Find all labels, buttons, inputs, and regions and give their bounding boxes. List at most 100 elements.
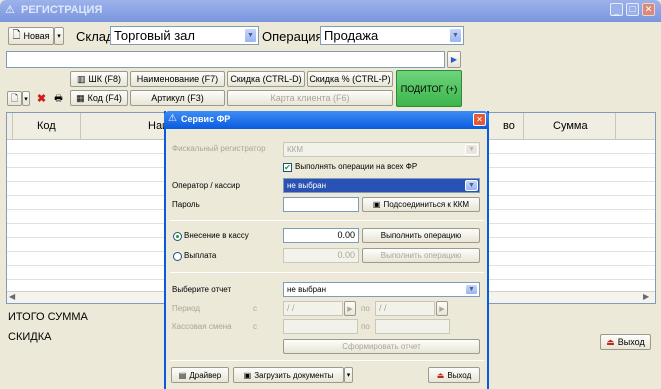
fr-service-dialog: ⚠ Сервис ФР ✕ Фискальный регистратор ККМ… (164, 111, 489, 389)
warehouse-select[interactable]: Торговый зал ▼ (110, 26, 259, 45)
dialog-exit-button[interactable]: ⏏ Выход (428, 367, 480, 383)
cash-in-radio[interactable] (173, 232, 182, 241)
delete-item-button[interactable]: ✖ (34, 91, 49, 106)
password-field[interactable] (283, 197, 359, 212)
cash-register-button[interactable]: 🖶 (51, 91, 66, 106)
all-fr-checkbox[interactable]: ✔ (283, 163, 292, 172)
column-header-sum[interactable]: Сумма (553, 120, 588, 132)
minimize-button[interactable]: _ (610, 3, 623, 16)
dialog-app-icon: ⚠ (168, 113, 177, 124)
cash-in-label: Внесение в кассу (184, 231, 249, 240)
operator-label: Оператор / кассир (172, 181, 240, 190)
play-icon: ▶ (439, 305, 445, 313)
cash-in-amount-field[interactable]: 0.00 (283, 228, 359, 243)
operation-select[interactable]: Продажа ▼ (320, 26, 464, 45)
window-title: РЕГИСТРАЦИЯ (21, 4, 103, 16)
new-document-icon: 🗋 (10, 92, 19, 103)
operator-select[interactable]: не выбран ▼ (283, 178, 480, 193)
payout-radio[interactable] (173, 252, 182, 261)
main-titlebar[interactable]: ⚠ РЕГИСТРАЦИЯ _ □ ✕ (0, 0, 661, 22)
new-button[interactable]: 🗋 Новая (8, 27, 54, 45)
column-header-code[interactable]: Код (37, 120, 56, 132)
period-to-picker[interactable]: ▶ (436, 301, 448, 316)
search-go-button[interactable]: ▶ (447, 51, 461, 68)
maximize-button[interactable]: □ (626, 3, 639, 16)
chevron-down-icon: ▼ (449, 28, 462, 43)
report-select[interactable]: не выбран ▼ (283, 282, 480, 297)
report-label: Выберите отчет (172, 285, 232, 294)
shift-from-field[interactable] (283, 319, 358, 334)
fiscal-register-select[interactable]: ККМ ▼ (283, 142, 480, 157)
dialog-close-button[interactable]: ✕ (473, 113, 486, 126)
column-divider (523, 113, 524, 140)
period-from-date[interactable]: / / (283, 301, 343, 316)
delete-icon: ✖ (36, 93, 47, 105)
dialog-titlebar[interactable]: ⚠ Сервис ФР ✕ (164, 111, 489, 129)
connect-kkm-button[interactable]: ▣ Подсоединиться к ККМ (362, 197, 480, 212)
shift-label: Кассовая смена (172, 322, 232, 331)
period-to-date[interactable]: / / (375, 301, 435, 316)
operation-label: Операция (262, 29, 323, 44)
chevron-down-icon: ▼ (465, 144, 478, 155)
main-exit-button[interactable]: ⏏ Выход (600, 334, 651, 350)
chevron-down-icon: ▾ (24, 95, 28, 103)
column-divider (80, 113, 81, 140)
barcode-icon: ▥ (76, 73, 86, 84)
barcode-button[interactable]: ▥ ШК (F8) (70, 71, 128, 87)
play-icon: ▶ (450, 55, 458, 64)
payout-amount-field[interactable]: 0.00 (283, 248, 359, 263)
discount-total-label: СКИДКА (8, 331, 52, 343)
cash-in-execute-button[interactable]: Выполнить операцию (362, 228, 480, 243)
play-icon: ▶ (347, 305, 353, 313)
exit-icon: ⏏ (606, 336, 615, 347)
payout-execute-button[interactable]: Выполнить операцию (362, 248, 480, 263)
section-divider (170, 272, 484, 273)
fiscal-register-label: Фискальный регистратор (172, 144, 266, 153)
app-icon: ⚠ (5, 4, 15, 16)
generate-report-button[interactable]: Сформировать отчет (283, 339, 480, 354)
load-documents-button[interactable]: ▣ Загрузить документы (233, 367, 344, 383)
payout-label: Выплата (184, 251, 217, 260)
dialog-title: Сервис ФР (181, 114, 231, 124)
exit-icon: ⏏ (436, 370, 445, 380)
scroll-left-icon[interactable]: ◀ (9, 292, 15, 301)
search-input[interactable] (6, 51, 445, 68)
period-label: Период (172, 304, 201, 313)
cash-register-icon: 🖶 (54, 92, 63, 103)
driver-button[interactable]: ▤ Драйвер (171, 367, 229, 383)
client-card-button[interactable]: Карта клиента (F6) (227, 90, 393, 106)
chevron-down-icon: ▾ (346, 372, 351, 379)
article-search-button[interactable]: Артикул (F3) (130, 90, 225, 106)
row-indicator-header (7, 113, 13, 140)
chevron-down-icon: ▼ (465, 284, 478, 295)
warehouse-label: Склад (76, 29, 114, 44)
shift-to-label: по (361, 322, 370, 331)
discount-percent-button[interactable]: Скидка % (CTRL-P) (307, 71, 393, 87)
code-search-button[interactable]: ▦ Код (F4) (70, 90, 128, 106)
all-fr-checkbox-label: Выполнять операции на всех ФР (295, 162, 418, 171)
total-sum-label: ИТОГО СУММА (8, 311, 88, 323)
period-to-label: по (361, 304, 370, 313)
period-from-picker[interactable]: ▶ (344, 301, 356, 316)
section-divider (170, 220, 484, 221)
scroll-right-icon[interactable]: ▶ (643, 292, 649, 301)
subtotal-button[interactable]: ПОДИТОГ (+) (396, 70, 462, 107)
add-item-button[interactable]: 🗋 (7, 91, 22, 106)
connect-icon: ▣ (372, 200, 381, 209)
load-documents-dropdown[interactable]: ▾ (344, 367, 353, 383)
documents-icon: ▣ (243, 370, 252, 380)
shift-to-field[interactable] (375, 319, 450, 334)
column-divider (615, 113, 616, 140)
column-header-quantity[interactable]: во (503, 120, 515, 132)
close-button[interactable]: ✕ (642, 3, 655, 16)
driver-icon: ▤ (178, 370, 187, 380)
new-dropdown-button[interactable]: ▾ (54, 27, 64, 45)
add-item-dropdown-button[interactable]: ▾ (22, 91, 30, 106)
period-from-label: с (253, 304, 257, 313)
name-search-button[interactable]: Наименование (F7) (130, 71, 225, 87)
chevron-down-icon: ▼ (244, 28, 257, 43)
discount-button[interactable]: Скидка (CTRL-D) (227, 71, 305, 87)
chevron-down-icon: ▼ (465, 180, 478, 191)
password-label: Пароль (172, 200, 200, 209)
search-icon: ▦ (76, 92, 85, 103)
